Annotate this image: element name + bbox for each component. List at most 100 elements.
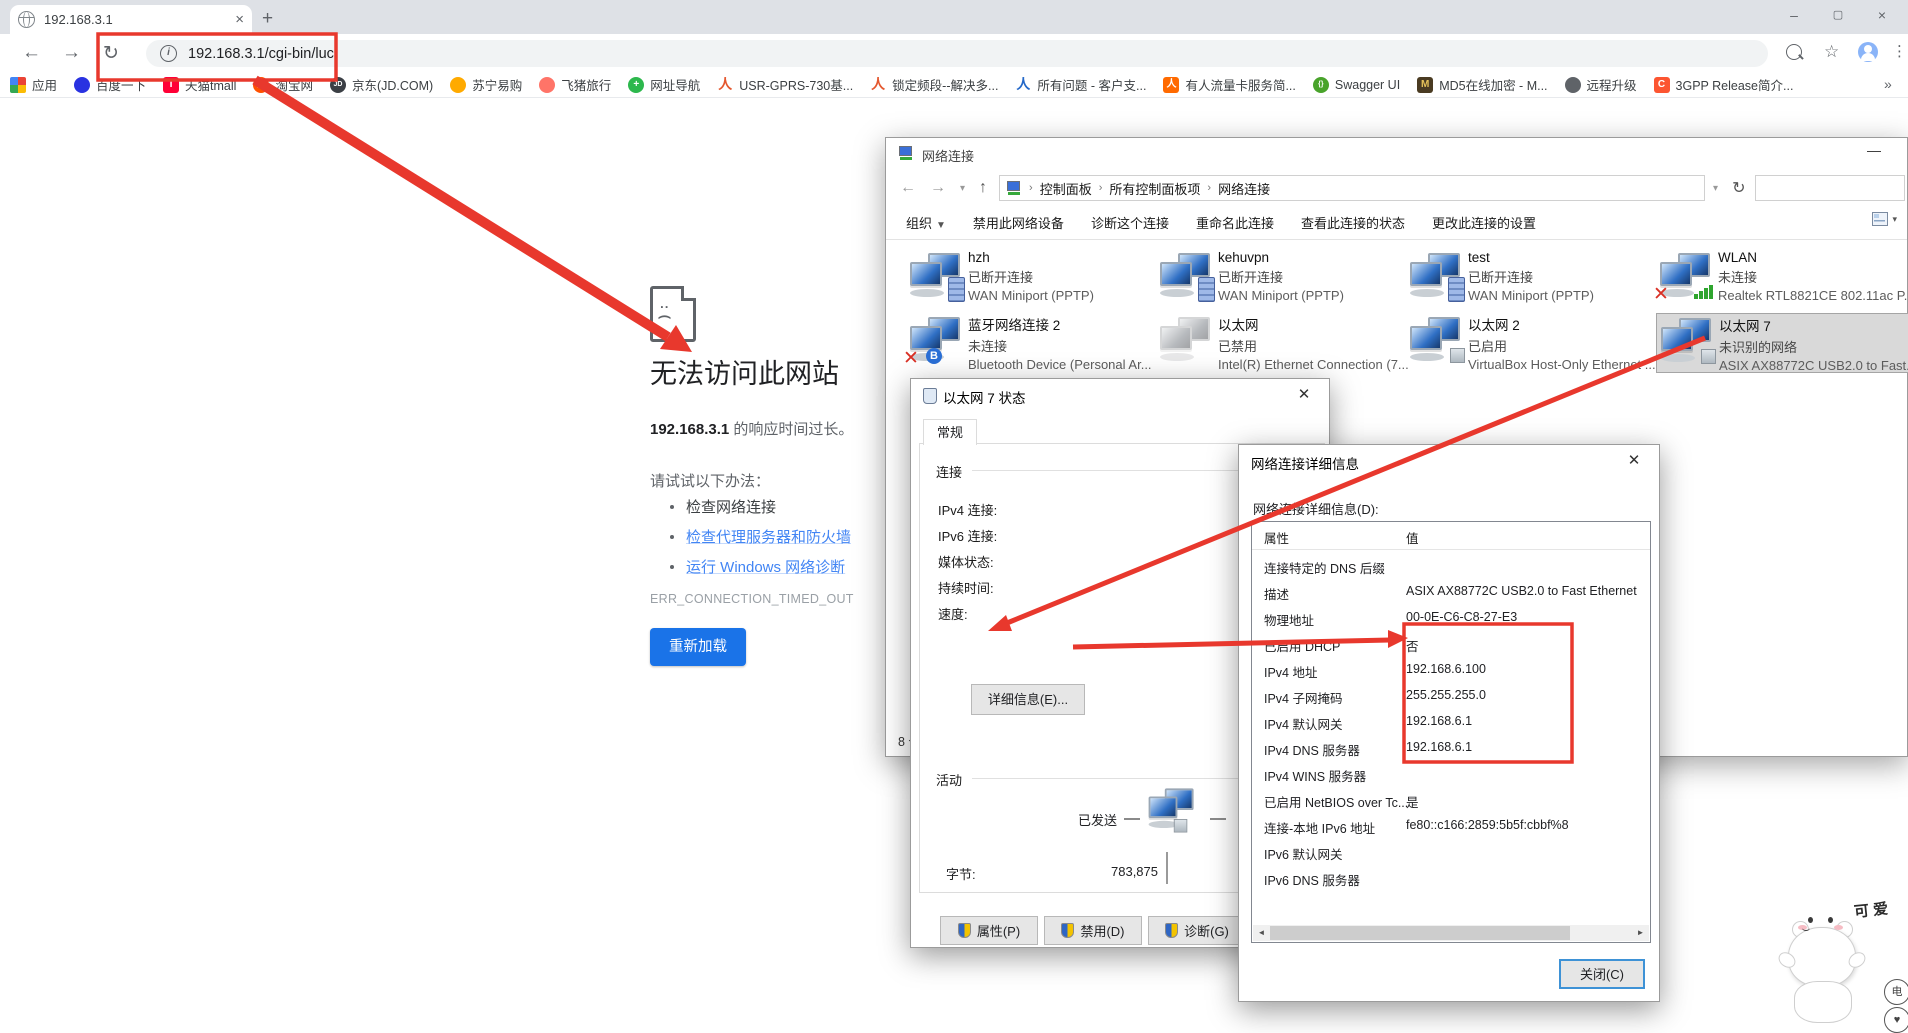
toolbar-command[interactable]: 更改此连接的设置 xyxy=(1432,213,1536,232)
address-dropdown-icon[interactable]: ▾ xyxy=(1713,183,1718,194)
bookmark-item[interactable]: 淘淘宝网 xyxy=(253,75,313,94)
window-maximize-button[interactable]: ▢ xyxy=(1816,0,1860,32)
scroll-left-icon[interactable]: ◄ xyxy=(1253,925,1270,941)
suggestion-item: 检查网络连接 xyxy=(656,496,851,517)
explorer-history-chevron-icon[interactable]: ▾ xyxy=(960,183,965,194)
toolbar-command[interactable]: 重命名此连接 xyxy=(1196,213,1274,232)
new-tab-button[interactable]: + xyxy=(262,8,273,30)
dialog-button-properties[interactable]: 属性(P) xyxy=(940,916,1038,945)
back-button[interactable]: ← xyxy=(22,42,41,64)
breadcrumb-segment[interactable]: 网络连接 xyxy=(1218,179,1270,198)
bookmark-item[interactable]: 人有人流量卡服务简... xyxy=(1163,75,1295,94)
bookmark-item[interactable]: 苏宁易购 xyxy=(450,75,522,94)
suggestion-link[interactable]: 检查代理服务器和防火墙 xyxy=(686,526,851,547)
details-listbox[interactable]: 属性 值 连接特定的 DNS 后缀描述ASIX AX88772C USB2.0 … xyxy=(1251,521,1651,943)
reload-button[interactable]: ↻ xyxy=(103,42,119,65)
browser-tab[interactable]: 192.168.3.1 × xyxy=(10,5,252,34)
toolbar-command[interactable]: 组织▼ xyxy=(906,213,946,232)
netwin-titlebar[interactable]: 网络连接 — xyxy=(886,138,1907,170)
breadcrumb-chevron-icon: › xyxy=(1207,182,1211,194)
details-dialog-close-icon[interactable]: ✕ xyxy=(1619,451,1649,473)
profile-icon[interactable] xyxy=(1858,42,1878,62)
tab-close-icon[interactable]: × xyxy=(235,11,244,28)
bookmarks-overflow-chevron[interactable]: » xyxy=(1884,76,1892,92)
breadcrumb-segment[interactable]: 控制面板 xyxy=(1040,179,1092,198)
zoom-icon[interactable] xyxy=(1786,44,1802,60)
status-dialog-title: 以太网 7 状态 xyxy=(943,387,1026,407)
forward-button[interactable]: → xyxy=(62,42,81,64)
connection-item-以太网 2[interactable]: 以太网 2已启用VirtualBox Host-Only Ethernet ..… xyxy=(1406,313,1654,371)
connection-item-text: 以太网 7未识别的网络ASIX AX88772C USB2.0 to Fast.… xyxy=(1719,315,1908,373)
bookmark-item[interactable]: MMD5在线加密 - M... xyxy=(1417,75,1547,94)
breadcrumb[interactable]: ›控制面板›所有控制面板项›网络连接 xyxy=(999,175,1705,201)
connection-item-text: WLAN未连接Realtek RTL8821CE 802.11ac P... xyxy=(1718,250,1908,303)
connection-item-text: test已断开连接WAN Miniport (PPTP) xyxy=(1468,250,1594,303)
toolbar-command[interactable]: 查看此连接的状态 xyxy=(1301,213,1405,232)
button-label: 禁用(D) xyxy=(1080,921,1124,940)
explorer-search-input[interactable] xyxy=(1755,175,1905,201)
details-row: IPv6 DNS 服务器 xyxy=(1252,870,1650,896)
tab-general[interactable]: 常规 xyxy=(923,419,977,445)
view-tiles-icon[interactable] xyxy=(1872,212,1888,226)
connection-item-以太网[interactable]: 以太网已禁用Intel(R) Ethernet Connection (7... xyxy=(1156,313,1404,371)
breadcrumb-segment[interactable]: 所有控制面板项 xyxy=(1109,179,1200,198)
close-button[interactable]: 关闭(C) xyxy=(1559,959,1645,989)
window-close-button[interactable]: × xyxy=(1860,0,1904,32)
connection-item-蓝牙网络连接 2[interactable]: ✕B蓝牙网络连接 2未连接Bluetooth Device (Personal … xyxy=(906,313,1154,371)
suggestion-item[interactable]: 运行 Windows 网络诊断 xyxy=(656,556,851,577)
explorer-up-icon[interactable]: ↑ xyxy=(979,179,987,197)
bookmark-item[interactable]: +网址导航 xyxy=(628,75,700,94)
details-button[interactable]: 详细信息(E)... xyxy=(971,684,1085,715)
bookmark-item[interactable]: {}Swagger UI xyxy=(1313,77,1400,93)
scrollbar-thumb[interactable] xyxy=(1270,926,1570,940)
toolbar-command[interactable]: 禁用此网络设备 xyxy=(973,213,1064,232)
detail-value: 192.168.6.1 xyxy=(1406,740,1472,754)
page-info-icon[interactable]: i xyxy=(160,45,177,62)
bookmark-item[interactable]: 人所有问题 - 客户支... xyxy=(1015,75,1146,94)
bookmark-item[interactable]: 百度一下 xyxy=(74,75,146,94)
bookmark-item[interactable]: 人锁定频段--解决多... xyxy=(870,75,998,94)
connection-item-test[interactable]: test已断开连接WAN Miniport (PPTP) xyxy=(1406,249,1654,307)
star-icon[interactable]: ☆ xyxy=(1824,42,1839,62)
reload-page-button[interactable]: 重新加载 xyxy=(650,628,746,666)
suggestion-item[interactable]: 检查代理服务器和防火墙 xyxy=(656,526,851,547)
bookmark-item[interactable]: 飞猪旅行 xyxy=(539,75,611,94)
scroll-right-icon[interactable]: ► xyxy=(1632,925,1649,941)
bookmark-item[interactable]: T天猫tmall xyxy=(163,75,236,94)
bookmark-item[interactable]: 远程升级 xyxy=(1565,75,1637,94)
details-row: 连接-本地 IPv6 地址fe80::c166:2859:5b5f:cbbf%8 xyxy=(1252,818,1650,844)
connection-item-hzh[interactable]: hzh已断开连接WAN Miniport (PPTP) xyxy=(906,249,1154,307)
suggestion-link[interactable]: 运行 Windows 网络诊断 xyxy=(686,556,845,577)
refresh-icon[interactable]: ↻ xyxy=(1732,178,1745,198)
detail-value: ASIX AX88772C USB2.0 to Fast Ethernet xyxy=(1406,584,1637,598)
status-dialog-close-icon[interactable]: ✕ xyxy=(1289,385,1319,407)
netwin-minimize-button[interactable]: — xyxy=(1857,142,1891,166)
bookmark-item[interactable]: JD京东(JD.COM) xyxy=(330,75,433,94)
netwin-title: 网络连接 xyxy=(922,146,974,165)
connection-item-WLAN[interactable]: ✕WLAN未连接Realtek RTL8821CE 802.11ac P... xyxy=(1656,249,1904,307)
sticker-eye xyxy=(1828,917,1833,923)
bookmark-item[interactable]: C3GPP Release简介... xyxy=(1654,75,1794,94)
dialog-button-disable[interactable]: 禁用(D) xyxy=(1044,916,1142,945)
connection-item-以太网 7[interactable]: 以太网 7未识别的网络ASIX AX88772C USB2.0 to Fast.… xyxy=(1656,313,1908,373)
caret-down-icon: ▼ xyxy=(936,220,946,231)
horizontal-scrollbar[interactable]: ◄ ► xyxy=(1253,925,1649,941)
error-message: 192.168.3.1 的响应时间过长。 xyxy=(650,418,853,439)
connection-name: kehuvpn xyxy=(1218,250,1344,265)
apps-grid-icon xyxy=(10,77,26,93)
annotation-arrow-to-error xyxy=(255,80,668,337)
toolbar-command[interactable]: 诊断这个连接 xyxy=(1091,213,1169,232)
connection-item-kehuvpn[interactable]: kehuvpn已断开连接WAN Miniport (PPTP) xyxy=(1156,249,1404,307)
window-minimize-button[interactable]: – xyxy=(1772,0,1816,32)
bookmark-item[interactable]: 应用 xyxy=(10,75,57,94)
dialog-button-diagnose[interactable]: 诊断(G) xyxy=(1148,916,1246,945)
bookmark-item[interactable]: 人USR-GPRS-730基... xyxy=(717,75,853,94)
explorer-back-icon[interactable]: ← xyxy=(900,179,916,197)
error-title: 无法访问此网站 xyxy=(650,352,839,391)
url-text[interactable]: 192.168.3.1/cgi-bin/luci xyxy=(188,46,337,62)
view-toggle[interactable]: ▾ xyxy=(1872,212,1897,226)
explorer-forward-icon[interactable]: → xyxy=(930,179,946,197)
address-bar[interactable]: i 192.168.3.1/cgi-bin/luci xyxy=(146,40,1768,67)
network-window-icon xyxy=(898,146,914,160)
menu-icon[interactable]: ⋮ xyxy=(1892,42,1907,60)
